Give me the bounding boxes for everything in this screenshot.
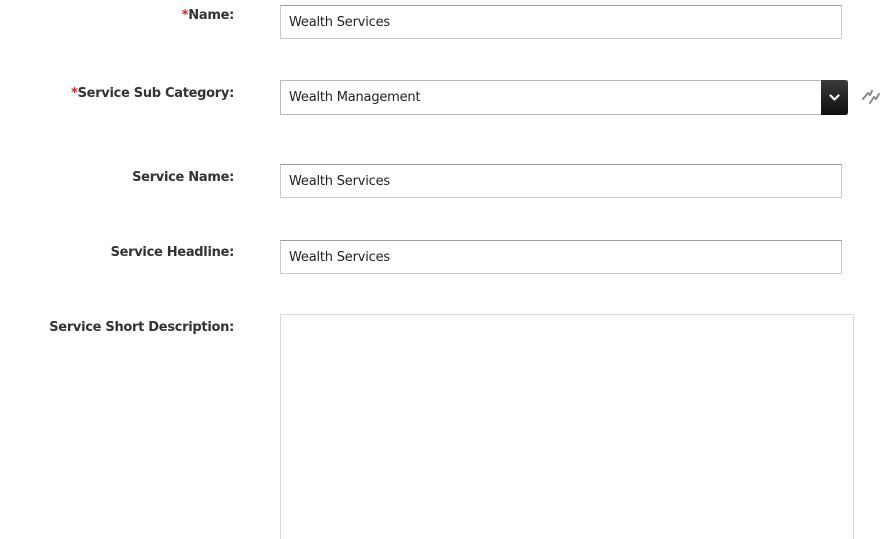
service-name-input[interactable] bbox=[280, 164, 842, 198]
name-label: *Name: bbox=[182, 8, 235, 23]
service-headline-label: Service Headline: bbox=[110, 245, 235, 260]
service-headline-label-text: Service Headline: bbox=[110, 245, 235, 260]
service-name-label-text: Service Name: bbox=[132, 170, 234, 185]
service-sub-category-label: *Service Sub Category: bbox=[71, 86, 234, 101]
refresh-button[interactable] bbox=[860, 89, 882, 105]
service-sub-category-label-text: Service Sub Category: bbox=[77, 86, 235, 101]
name-input[interactable] bbox=[280, 5, 842, 39]
service-short-description-textarea[interactable] bbox=[280, 314, 854, 539]
service-name-label: Service Name: bbox=[132, 170, 234, 185]
service-sub-category-value: Wealth Management bbox=[289, 90, 421, 105]
refresh-icon bbox=[862, 90, 880, 104]
chevron-down-icon bbox=[829, 93, 840, 101]
service-headline-input[interactable] bbox=[280, 240, 842, 274]
service-sub-category-select[interactable]: Wealth Management bbox=[280, 80, 848, 115]
service-short-description-label: Service Short Description: bbox=[49, 320, 234, 335]
dropdown-button[interactable] bbox=[821, 80, 848, 115]
name-label-text: Name: bbox=[188, 8, 234, 23]
service-form: *Name: *Service Sub Category: Wealth Man… bbox=[0, 0, 890, 539]
service-short-description-label-text: Service Short Description: bbox=[49, 320, 234, 335]
